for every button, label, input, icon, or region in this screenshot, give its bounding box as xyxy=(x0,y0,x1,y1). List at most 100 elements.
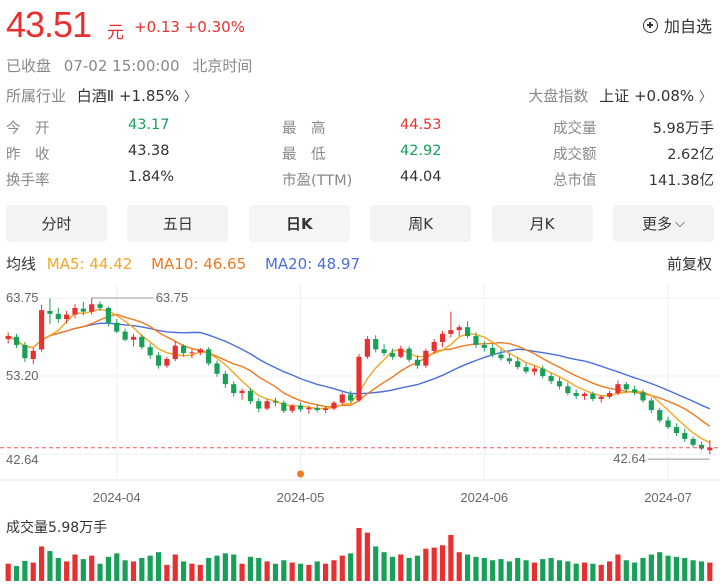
candle-body xyxy=(339,394,345,403)
ma10-value: MA10: 46.65 xyxy=(151,255,247,273)
tab-label: 更多 xyxy=(642,215,673,233)
add-to-watchlist-button[interactable]: 加自选 xyxy=(642,13,712,37)
stat-label: 昨 收 xyxy=(6,147,50,163)
volume-bar xyxy=(139,557,145,581)
candle-body xyxy=(515,361,521,368)
candle-body xyxy=(657,410,663,421)
industry-name: 白酒Ⅱ xyxy=(76,87,115,105)
volume-bar xyxy=(707,562,713,581)
tab-label: 月K xyxy=(529,215,555,233)
candle-body xyxy=(222,373,228,385)
volume-title: 成交量5.98万手 xyxy=(6,520,108,536)
volume-bar xyxy=(356,528,362,581)
candle-body xyxy=(189,352,195,354)
candle-body xyxy=(38,310,45,350)
tab-five-day[interactable]: 五日 xyxy=(127,205,229,242)
volume-bar xyxy=(22,560,28,581)
volume-bar xyxy=(105,556,112,581)
candle-body xyxy=(264,401,270,409)
candle-body xyxy=(231,384,237,394)
candle-body xyxy=(114,322,120,332)
volume-bar xyxy=(64,561,70,581)
market-index-label: 大盘指数 xyxy=(528,87,589,105)
volume-bar xyxy=(623,560,629,581)
candle-body xyxy=(439,333,446,342)
tab-label: 周K xyxy=(408,215,434,233)
volume-bar xyxy=(155,552,162,581)
stat-label: 市盈(TTM) xyxy=(282,173,353,189)
volume-bar xyxy=(615,554,621,581)
industry-label: 所属行业 xyxy=(6,87,67,105)
candle-body xyxy=(147,347,153,356)
candle-body xyxy=(590,393,596,399)
market-index-link[interactable]: 大盘指数 上证 +0.08% 〉 xyxy=(528,85,712,106)
volume-bar xyxy=(180,561,187,581)
tab-monthly-k[interactable]: 月K xyxy=(491,205,593,242)
volume-bar xyxy=(297,563,304,581)
volume-bar xyxy=(481,557,487,581)
volume-bar xyxy=(590,563,596,581)
industry-link[interactable]: 所属行业 白酒Ⅱ +1.85% 〉 xyxy=(6,85,197,106)
volume-bar xyxy=(657,552,663,581)
stat-value: 43.17 xyxy=(128,117,170,133)
candle-body xyxy=(22,344,28,359)
candle-body xyxy=(272,401,279,403)
volume-bar xyxy=(72,554,78,581)
volume-bar xyxy=(423,548,429,581)
volume-bar xyxy=(339,555,345,581)
stat-label: 总市值 xyxy=(553,173,597,189)
volume-bar xyxy=(473,556,479,581)
candle-body xyxy=(164,359,170,366)
tab-more[interactable]: 更多 ⌵ xyxy=(612,205,714,242)
candle-body xyxy=(431,341,437,351)
volume-bar xyxy=(548,557,554,581)
volume-bar xyxy=(665,555,671,581)
volume-bar xyxy=(573,563,579,581)
volume-bar xyxy=(523,560,529,581)
volume-bar xyxy=(581,562,588,581)
adjust-mode-button[interactable]: 前复权 xyxy=(667,253,712,274)
volume-bar xyxy=(256,557,262,581)
candle-body xyxy=(623,384,629,390)
stat-label: 最 低 xyxy=(282,147,326,163)
ma-label: 均线 xyxy=(6,255,37,273)
volume-bar xyxy=(448,534,454,581)
volume-bar xyxy=(515,557,521,581)
volume-bar xyxy=(490,560,496,581)
event-marker xyxy=(297,470,305,478)
volume-bar xyxy=(214,555,220,581)
candle-body xyxy=(406,348,412,360)
candle-body xyxy=(531,368,538,372)
candle-body xyxy=(606,393,613,397)
current-price: 43.51 xyxy=(6,4,92,45)
candle-body xyxy=(89,304,95,312)
volume-bar xyxy=(690,560,696,581)
candle-body xyxy=(105,307,112,323)
x-tick-label: 2024-07 xyxy=(644,490,692,505)
add-watch-label: 加自选 xyxy=(663,17,712,36)
stat-label: 成交额 xyxy=(553,147,597,163)
candle-body xyxy=(348,394,354,401)
tab-weekly-k[interactable]: 周K xyxy=(370,205,472,242)
candle-body xyxy=(481,344,487,348)
stat-value: 44.53 xyxy=(400,117,442,133)
market-status: 已收盘 07-02 15:00:00 北京时间 xyxy=(6,55,252,76)
volume-bar xyxy=(456,552,462,581)
candle-body xyxy=(456,327,462,331)
candle-body xyxy=(356,356,362,401)
candle-body xyxy=(289,405,295,411)
volume-bar xyxy=(431,547,437,581)
tab-daily-k[interactable]: 日K xyxy=(248,205,350,242)
plus-circle-icon xyxy=(642,17,658,33)
volume-bar xyxy=(531,562,538,581)
candle-body xyxy=(256,401,262,409)
candle-body xyxy=(556,381,563,387)
kline-chart[interactable]: 63.75 42.64 63.75 53.20 42.64 2024-04 2024-05 2… xyxy=(0,285,720,585)
candle-body xyxy=(281,402,287,411)
candle-body xyxy=(80,308,86,312)
candle-body xyxy=(306,407,312,410)
max-price-label: 63.75 xyxy=(156,290,189,305)
tab-intraday[interactable]: 分时 xyxy=(6,205,107,242)
stat-value: 43.38 xyxy=(128,143,170,159)
volume-bar xyxy=(172,554,178,581)
